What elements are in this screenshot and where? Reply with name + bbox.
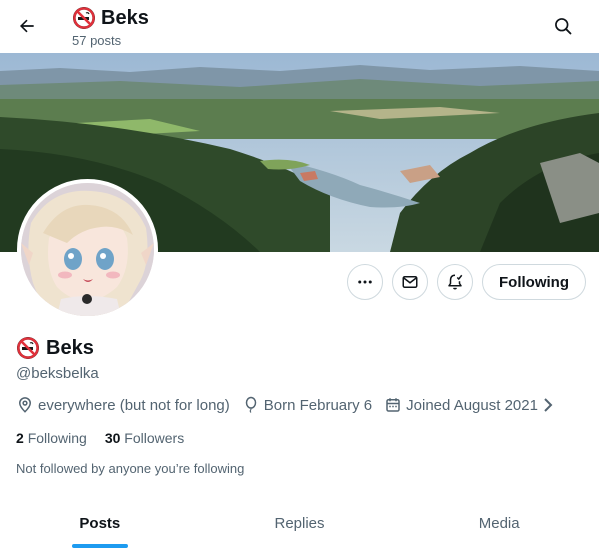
profile-meta: everywhere (but not for long) Born Febru…: [16, 396, 554, 414]
no-smoking-emoji-icon: [73, 7, 95, 29]
profile-actions: Following: [347, 264, 586, 300]
follow-stats: 2 Following 30 Followers: [16, 430, 184, 446]
search-icon: [555, 18, 572, 35]
following-count: 2: [16, 430, 24, 446]
avatar-image: [21, 183, 154, 316]
active-tab-indicator: [71, 544, 128, 548]
profile-handle: @beksbelka: [16, 365, 99, 382]
no-smoking-emoji-icon: [17, 337, 39, 359]
tab-media[interactable]: Media: [399, 497, 599, 550]
location-text: everywhere (but not for long): [38, 396, 230, 414]
header-title: Beks: [101, 6, 149, 29]
birthday-text: Born February 6: [263, 396, 373, 414]
followers-link[interactable]: 30 Followers: [105, 430, 184, 446]
bell-plus-icon: [448, 274, 463, 290]
followers-count: 30: [104, 430, 121, 446]
birthday-item: Born February 6: [242, 396, 372, 414]
chevron-right-icon: [544, 398, 553, 412]
tab-media-label: Media: [478, 515, 520, 532]
joined-text: Joined August 2021: [406, 396, 538, 414]
calendar-icon: [386, 398, 400, 412]
balloon-icon: [245, 396, 257, 413]
joined-item[interactable]: Joined August 2021: [384, 396, 554, 414]
arrow-left-icon: [20, 19, 34, 33]
profile-avatar[interactable]: [17, 179, 158, 320]
location-item: everywhere (but not for long): [16, 396, 230, 414]
message-button[interactable]: [392, 264, 428, 300]
location-pin-icon: [18, 397, 32, 413]
followed-by-note: Not followed by anyone you’re following: [16, 461, 245, 476]
profile-name-row: Beks: [16, 336, 94, 360]
tab-replies-label: Replies: [274, 515, 325, 532]
tab-posts[interactable]: Posts: [0, 497, 200, 550]
profile-tabs: Posts Replies Media: [0, 497, 599, 550]
more-button[interactable]: [347, 264, 383, 300]
header-title-row: Beks: [72, 6, 149, 30]
tab-replies[interactable]: Replies: [200, 497, 400, 550]
display-name: Beks: [46, 336, 94, 359]
tab-posts-label: Posts: [79, 515, 121, 532]
notifications-button[interactable]: [437, 264, 473, 300]
posts-count: 57 posts: [72, 33, 122, 48]
more-icon: [358, 280, 372, 284]
search-button[interactable]: [546, 9, 580, 43]
followers-label: Followers: [124, 430, 185, 446]
back-button[interactable]: [10, 9, 44, 43]
following-button[interactable]: Following: [482, 264, 586, 300]
envelope-icon: [402, 276, 418, 288]
following-label: Following: [27, 430, 87, 446]
top-bar: Beks 57 posts: [0, 0, 599, 53]
following-link[interactable]: 2 Following: [16, 430, 87, 446]
